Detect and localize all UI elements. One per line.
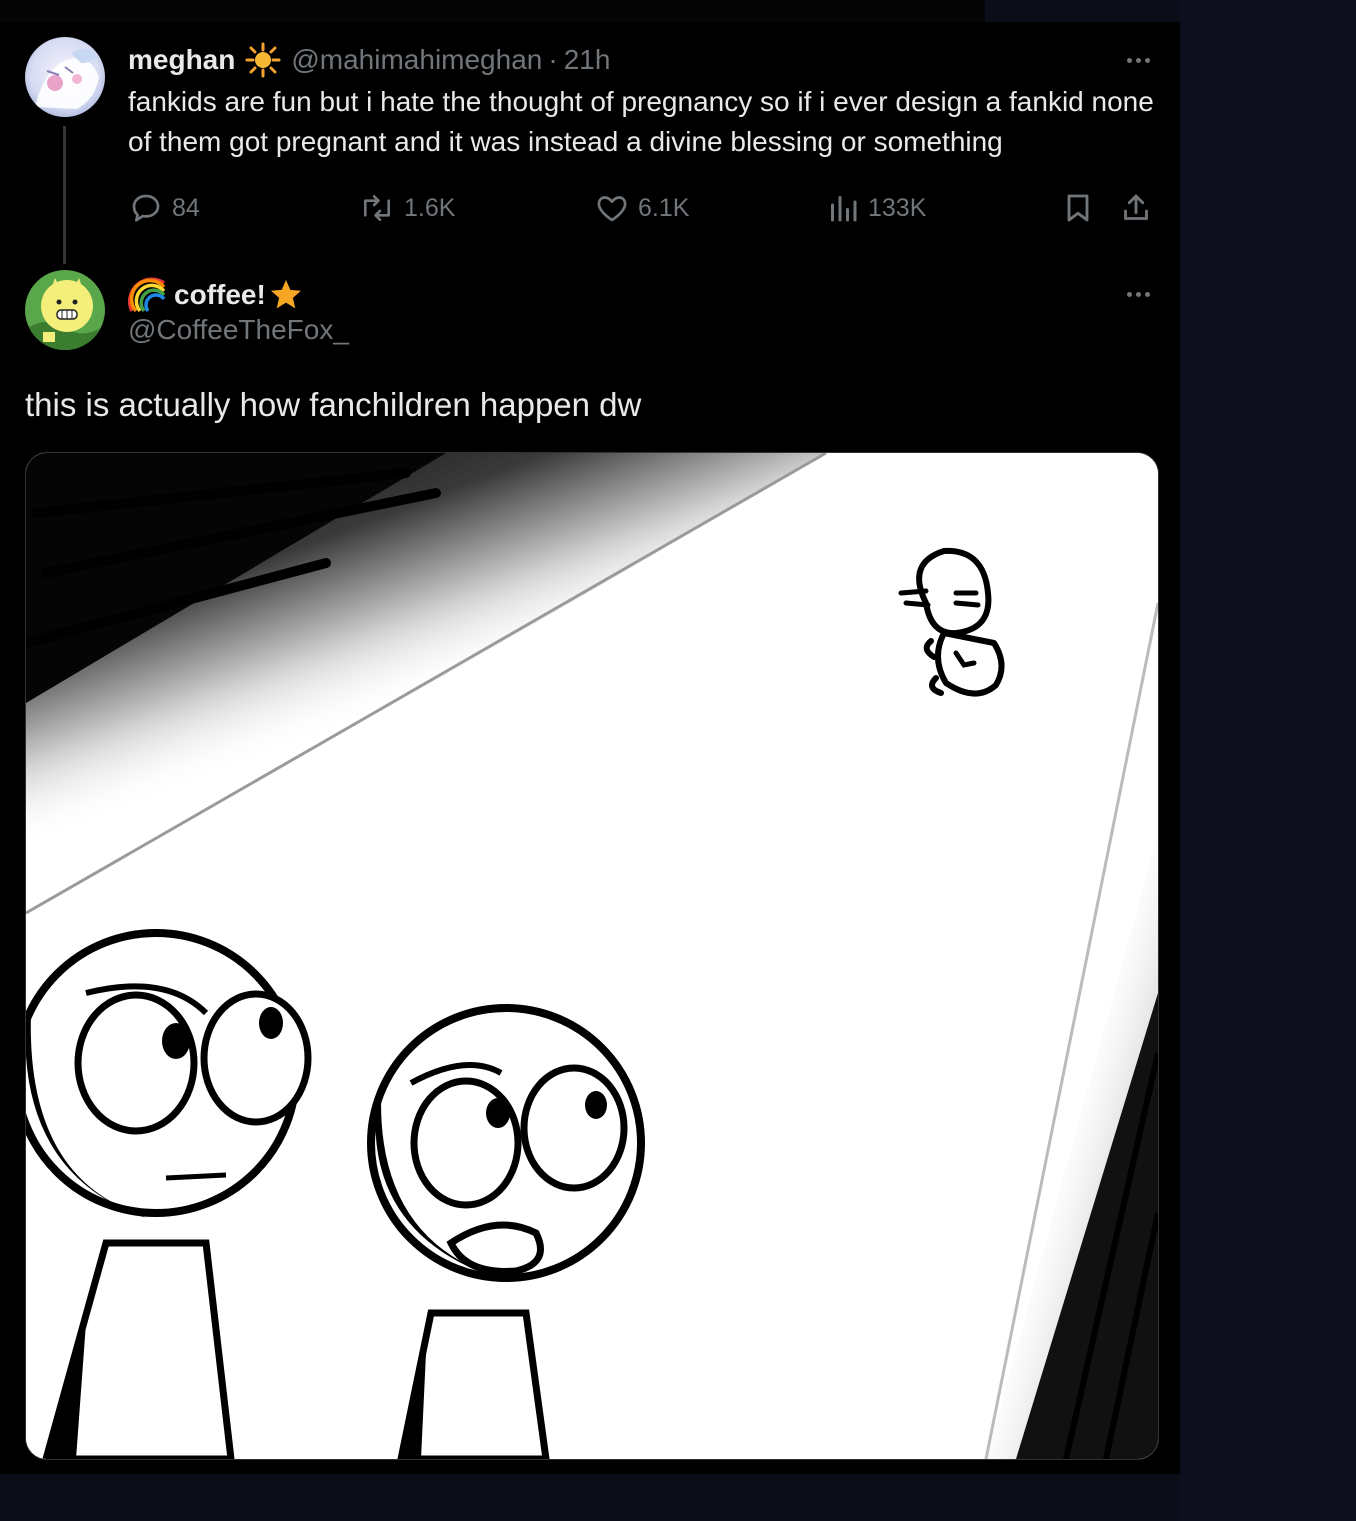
like-icon [597, 196, 627, 222]
display-name[interactable]: meghan [128, 44, 235, 76]
handle[interactable]: @mahimahimeghan [291, 44, 542, 76]
share-button[interactable] [1118, 187, 1154, 229]
tweet-feed: meghan @mahimahimeghan · 21h fankids are… [0, 22, 1180, 1474]
thread-connector-line [63, 126, 66, 264]
more-icon-dot [1135, 57, 1141, 63]
star-emoji-icon [268, 277, 304, 313]
avatar-coffee[interactable] [25, 270, 105, 350]
rainbow-emoji-icon [128, 277, 168, 313]
views-icon [831, 196, 857, 222]
more-icon [1126, 291, 1132, 297]
sun-badge-icon [245, 42, 281, 78]
repost-count: 1.6K [404, 193, 456, 222]
like-button[interactable]: 6.1K [594, 187, 689, 229]
tweet-media-image[interactable] [25, 452, 1159, 1460]
repost-button[interactable]: 1.6K [358, 187, 455, 229]
repost-icon [363, 194, 391, 222]
avatar-image [25, 270, 105, 350]
reply-button[interactable]: 84 [128, 187, 200, 229]
like-count: 6.1K [638, 193, 690, 222]
display-name[interactable]: coffee! [174, 279, 266, 311]
share-icon [1124, 194, 1148, 220]
reply-count: 84 [172, 193, 200, 222]
bookmark-icon [1067, 194, 1089, 222]
more-icon [1126, 57, 1132, 63]
handle[interactable]: @CoffeeTheFox_ [128, 314, 349, 346]
reply-icon [132, 194, 160, 222]
more-icon-dot [1144, 291, 1150, 297]
tweet-actions: 84 1.6K 6.1K 133K [128, 187, 1163, 229]
more-options-button[interactable] [1118, 50, 1158, 70]
more-icon-dot [1135, 291, 1141, 297]
meta-separator: · [548, 44, 558, 75]
right-panel [1180, 0, 1356, 1521]
avatar-image [25, 37, 105, 117]
views-button[interactable]: 133K [826, 187, 926, 229]
tweet-header: meghan @mahimahimeghan · 21h [128, 40, 610, 80]
avatar-meghan[interactable] [25, 37, 105, 117]
more-options-button[interactable] [1118, 284, 1158, 304]
tweet-text: fankids are fun but i hate the thought o… [128, 86, 1154, 157]
bookmark-button[interactable] [1060, 187, 1096, 229]
more-icon-dot [1144, 57, 1150, 63]
views-count: 133K [868, 193, 927, 222]
top-strip [0, 0, 985, 22]
tweet-text: this is actually how fanchildren happen … [25, 386, 642, 423]
timestamp[interactable]: 21h [564, 44, 611, 76]
comic-drawing [26, 453, 1158, 1459]
tweet-header-main: coffee! [128, 274, 304, 316]
